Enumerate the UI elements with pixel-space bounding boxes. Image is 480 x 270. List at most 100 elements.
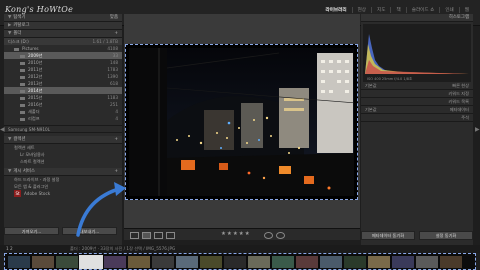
add-publish-icon[interactable]: + [114, 168, 118, 175]
collection-item[interactable]: 스마트 컬렉션 [4, 158, 122, 165]
rating-stars[interactable]: ★★★★★ [221, 231, 251, 237]
import-button[interactable]: 가져오기... [4, 227, 59, 235]
zoom-fit[interactable]: 맞춤 [110, 14, 118, 21]
folder-icon [14, 47, 19, 51]
annotation-arrow [76, 182, 126, 237]
module-print[interactable]: 인쇄 [440, 7, 460, 13]
folder-item[interactable]: Pictures 4108 [4, 45, 122, 52]
module-library[interactable]: 라이브러리 [320, 7, 353, 13]
folders-header[interactable]: ▼ 폴더 + [4, 30, 122, 38]
keyword-list-header[interactable]: 키워드 목록 [361, 98, 473, 106]
module-web[interactable]: 웹 [460, 7, 474, 13]
folder-count: 4 [115, 109, 118, 114]
folder-name: 2011년 [28, 67, 43, 72]
folder-item[interactable]: 2009년 33 [4, 52, 122, 59]
collapse-triangle-icon: ▼ [8, 137, 12, 142]
left-panel-toggle-icon[interactable]: ◀ [0, 126, 5, 133]
filmstrip-thumbnail[interactable] [368, 256, 390, 268]
add-folder-icon[interactable]: + [114, 30, 118, 37]
filmstrip-thumbnail[interactable] [128, 256, 150, 268]
filmstrip-thumbnail[interactable] [440, 256, 462, 268]
comments-header[interactable]: 주석 [361, 114, 473, 122]
filmstrip-thumbnail[interactable] [8, 256, 30, 268]
grid-view-icon[interactable] [130, 232, 139, 239]
folder-count: 4108 [107, 46, 118, 51]
filmstrip-thumbnail[interactable] [416, 256, 438, 268]
folder-count: 1390 [107, 74, 118, 79]
module-slideshow[interactable]: 슬라이드 쇼 [407, 7, 441, 13]
filmstrip-path: 폴더 : 2009년 · 33장의 사진 / 1장 선택 / IMG_5576.… [70, 246, 176, 251]
folder-icon [20, 103, 25, 107]
screen-toggle[interactable]: 1 2 [6, 245, 13, 253]
right-panel: 히스토그램 ISO 400 25mm f/4.0 1/8초 기본값 빠른 현상 키… [361, 14, 473, 252]
folder-item[interactable]: 새폴더 4 [4, 108, 122, 115]
folder-item[interactable]: 2013년 618 [4, 80, 122, 87]
filmstrip-thumbnail[interactable] [200, 256, 222, 268]
filmstrip-thumbnail[interactable] [272, 256, 294, 268]
filmstrip-thumbnail[interactable] [104, 256, 126, 268]
filmstrip[interactable] [4, 253, 476, 270]
folder-count: 4 [115, 116, 118, 121]
collections-header[interactable]: ▼ 컬렉션 + [4, 136, 122, 144]
folder-icon [20, 61, 25, 65]
filmstrip-thumbnail[interactable] [176, 256, 198, 268]
folder-item[interactable]: 2010년 148 [4, 59, 122, 66]
catalog-header[interactable]: ▶ 카탈로그 [4, 22, 122, 30]
sync-settings-button[interactable]: 설정 동기화 [419, 231, 473, 240]
publish-label: 게시 서비스 [13, 169, 35, 174]
folder-icon [20, 82, 25, 86]
filmstrip-info-bar: 1 2 폴더 : 2009년 · 33장의 사진 / 1장 선택 / IMG_5… [0, 245, 480, 253]
folder-label: Pictures [14, 45, 39, 52]
folder-item[interactable]: 2016년 251 [4, 101, 122, 108]
module-develop[interactable]: 현상 [353, 7, 373, 13]
filmstrip-thumbnail[interactable] [248, 256, 270, 268]
folder-item[interactable]: 2014년 [4, 87, 122, 94]
metadata-header[interactable]: 기본값 메타데이터 [361, 106, 473, 114]
folder-icon [20, 68, 25, 72]
keywording-header[interactable]: 키워드 지정 [361, 90, 473, 98]
add-collection-icon[interactable]: + [114, 136, 118, 143]
rotate-right-icon[interactable] [276, 232, 285, 239]
filmstrip-thumbnail[interactable] [320, 256, 342, 268]
collection-item[interactable]: Lr 모바일용사 [4, 151, 122, 158]
publish-header[interactable]: ▼ 게시 서비스 + [4, 168, 122, 176]
publish-item-label: 하드 드라이브 - 과정 설정 [14, 177, 60, 182]
collections-label: 컬렉션 [13, 137, 26, 142]
right-panel-toggle-icon[interactable]: ▶ [475, 126, 480, 133]
histogram-header[interactable]: 히스토그램 [361, 14, 473, 22]
folder-item[interactable]: 리컴프 4 [4, 115, 122, 122]
filmstrip-thumbnail[interactable] [296, 256, 318, 268]
folder-item[interactable]: 2011년 1783 [4, 66, 122, 73]
compare-view-icon[interactable] [154, 232, 163, 239]
volume-row[interactable]: 디스크 (D:) 1.61 / 1.8TB [4, 38, 122, 45]
filmstrip-thumbnail[interactable] [224, 256, 246, 268]
folder-name: 2016년 [28, 102, 43, 107]
folder-item[interactable]: 2015년 1183 [4, 94, 122, 101]
loupe-photo-frame[interactable] [125, 44, 358, 200]
folder-label: 리컴프 [20, 115, 40, 122]
night-city-image [129, 48, 354, 196]
quick-develop-header[interactable]: 기본값 빠른 현상 [361, 82, 473, 90]
histogram-label: 히스토그램 [448, 15, 469, 20]
filmstrip-thumbnail[interactable] [56, 256, 78, 268]
folder-name: 2014년 [28, 88, 43, 93]
filmstrip-thumbnail[interactable] [392, 256, 414, 268]
folder-item[interactable]: 2012년 1390 [4, 73, 122, 80]
folder-count: 251 [110, 102, 118, 107]
collection-item[interactable]: 컬렉션 세트 [4, 144, 122, 151]
loupe-view-icon[interactable] [142, 232, 151, 239]
sync-metadata-button[interactable]: 메타데이터 동기화 [361, 231, 415, 240]
folders-label: 폴더 [13, 31, 22, 36]
toolbar: ★★★★★ [124, 228, 360, 240]
filmstrip-thumbnail[interactable] [79, 255, 103, 269]
rotate-left-icon[interactable] [264, 232, 273, 239]
survey-view-icon[interactable] [166, 232, 175, 239]
filmstrip-thumbnail[interactable] [152, 256, 174, 268]
volume-row-2[interactable]: Samsung SM-N910L [4, 125, 122, 133]
module-map[interactable]: 지도 [372, 7, 392, 13]
module-book[interactable]: 책 [391, 7, 407, 13]
right-buttons: 메타데이터 동기화 설정 동기화 [361, 231, 473, 240]
navigator-header[interactable]: ▼ 탐색기 맞춤 [4, 14, 122, 22]
filmstrip-thumbnail[interactable] [344, 256, 366, 268]
filmstrip-thumbnail[interactable] [32, 256, 54, 268]
